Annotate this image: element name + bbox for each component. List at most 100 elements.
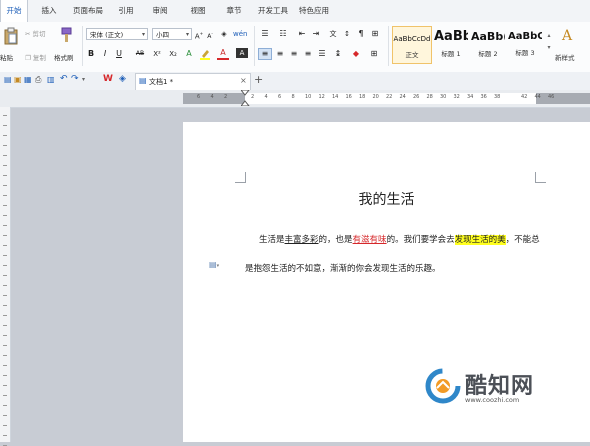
redo-icon[interactable]: ↷ [71, 74, 79, 84]
line-spacing-icon[interactable]: ↨ [332, 48, 344, 60]
style-heading-2[interactable]: AaBb( 标题 2 [470, 26, 506, 64]
ruler-number: 46 [548, 94, 555, 100]
increase-indent-icon[interactable]: ⇥ [310, 28, 322, 40]
chevron-down-icon[interactable]: ▾ [82, 76, 85, 83]
copy-label: 复制 [32, 54, 46, 62]
style-sample: AaBb [434, 29, 468, 44]
numbering-icon[interactable]: ☷ [276, 28, 290, 40]
document-title[interactable]: 我的生活 [183, 189, 590, 209]
tab-special[interactable]: 特色应用 [296, 0, 332, 22]
align-center-button[interactable]: ≡ [274, 48, 286, 60]
ruler-number: 14 [332, 94, 339, 100]
paragraph-1[interactable]: 生活是丰富多彩的，也是有滋有味的。我们要学会去发现生活的美，不能总 [259, 233, 540, 245]
ruler-number: 38 [494, 94, 501, 100]
bullets-icon[interactable]: ☰ [258, 28, 272, 40]
save-icon[interactable]: ▦ [24, 75, 32, 84]
close-tab-icon[interactable]: × [240, 76, 247, 85]
sort-icon[interactable]: ↕ [342, 28, 352, 40]
font-color-button[interactable]: A [217, 48, 229, 60]
italic-button[interactable]: I [100, 48, 110, 60]
horizontal-ruler[interactable]: 6 4 2 2 4 6 8 10 12 14 16 18 20 22 24 26 28 30 32 34 36 38 42 4… [183, 90, 590, 106]
table-icon[interactable]: ⊞ [369, 28, 381, 40]
style-normal[interactable]: AaBbCcDd 正文 [392, 26, 432, 64]
phonetic-icon[interactable]: wén [233, 28, 247, 40]
tab-section[interactable]: 章节 [222, 0, 246, 22]
new-style-icon: A [561, 28, 573, 44]
ruler-tick [3, 125, 7, 126]
new-doc-icon[interactable]: ▤ [4, 75, 12, 84]
cloud-icon[interactable]: ◈ [119, 74, 126, 84]
ruler-tick [3, 365, 7, 366]
align-right-button[interactable]: ≡ [288, 48, 300, 60]
highlight-button[interactable] [199, 48, 211, 60]
font-name-select[interactable]: 宋体 (正文) ▾ [86, 28, 148, 40]
paste-button[interactable] [2, 26, 20, 46]
tab-review[interactable]: 审阅 [148, 0, 172, 22]
char-shading-icon[interactable]: A [236, 48, 248, 58]
borders-icon[interactable]: ⊞ [368, 48, 380, 60]
subscript-button[interactable]: X₂ [167, 48, 179, 60]
tab-home[interactable]: 开始 [0, 0, 28, 23]
ruler-tick [3, 235, 7, 236]
ruler-number: 20 [372, 94, 379, 100]
new-style-button[interactable]: A [558, 26, 576, 46]
format-painter-button[interactable] [58, 26, 74, 44]
tab-developer[interactable]: 开发工具 [255, 0, 291, 22]
show-marks-icon[interactable]: ¶ [355, 28, 367, 40]
cut-label: 剪切 [32, 30, 46, 38]
paragraph-layout-icon[interactable]: ▤▾ [209, 260, 219, 269]
tab-insert[interactable]: 插入 [36, 0, 62, 22]
ruler-tick [3, 215, 7, 216]
ruler-margin-left [183, 93, 245, 104]
underline-button[interactable]: U [114, 48, 124, 60]
style-sample: AaBb( [471, 30, 505, 43]
style-heading-3[interactable]: AaBbC 标题 3 [507, 26, 543, 64]
ruler-number: 34 [467, 94, 474, 100]
ruler-number: 8 [291, 94, 295, 100]
decrease-indent-icon[interactable]: ⇤ [296, 28, 308, 40]
superscript-button[interactable]: X² [151, 48, 163, 60]
ruler-tick [3, 375, 7, 376]
ruler-tick [3, 225, 7, 226]
new-tab-icon[interactable]: + [254, 73, 263, 86]
document-tab[interactable]: ▤ 文档1 * × [135, 73, 251, 90]
shrink-font-button[interactable]: A- [205, 28, 215, 40]
ruler-number: 4 [264, 94, 268, 100]
shading-icon[interactable]: ◆ [350, 48, 362, 60]
print-icon[interactable]: ⎙ [35, 75, 41, 85]
ruler-margin-right [536, 93, 590, 104]
highlighter-icon [200, 50, 210, 60]
chevron-down-icon: ▾ [141, 31, 145, 38]
font-size-select[interactable]: 小四 ▾ [152, 28, 192, 40]
tab-references[interactable]: 引用 [114, 0, 138, 22]
wps-logo-icon[interactable]: W [103, 74, 113, 84]
align-left-button[interactable]: ≡ [258, 48, 272, 60]
tab-page-layout[interactable]: 页面布局 [70, 0, 106, 22]
text-effect-icon[interactable]: A [183, 48, 195, 60]
style-sample: AaBbCcDd [393, 35, 431, 43]
cut-button[interactable]: ✂ 剪切 [25, 28, 46, 38]
justify-button[interactable]: ≡ [302, 48, 314, 60]
paragraph-2[interactable]: 是抱怨生活的不如意，渐渐的你会发现生活的乐趣。 [245, 262, 441, 274]
preview-icon[interactable]: ▥ [47, 75, 55, 84]
ruler-row: 6 4 2 2 4 6 8 10 12 14 16 18 20 22 24 26 28 30 32 34 36 38 42 4… [0, 90, 590, 108]
indent-marker-icon[interactable] [241, 90, 250, 106]
ruler-number: 32 [453, 94, 460, 100]
ruler-tick [3, 195, 7, 196]
style-name: 标题 3 [515, 49, 535, 57]
style-heading-1[interactable]: AaBb 标题 1 [433, 26, 469, 64]
bold-button[interactable]: B [86, 48, 96, 60]
clear-format-icon[interactable]: ◈ [218, 28, 230, 40]
chinese-layout-icon[interactable]: 文 [326, 28, 340, 40]
copy-button[interactable]: ❐ 复制 [25, 52, 46, 62]
strikethrough-button[interactable]: AB [133, 48, 147, 60]
styles-scroll-up-icon[interactable]: ▴ [545, 30, 553, 42]
grow-font-button[interactable]: A+ [194, 28, 204, 40]
distribute-button[interactable]: ☰ [316, 48, 328, 60]
vertical-ruler[interactable] [0, 107, 11, 446]
styles-scroll-down-icon[interactable]: ▾ [545, 42, 553, 54]
undo-icon[interactable]: ↶ [60, 74, 68, 84]
tab-view[interactable]: 视图 [186, 0, 210, 22]
open-icon[interactable]: ▣ [14, 75, 22, 84]
scissors-icon: ✂ [25, 30, 31, 38]
